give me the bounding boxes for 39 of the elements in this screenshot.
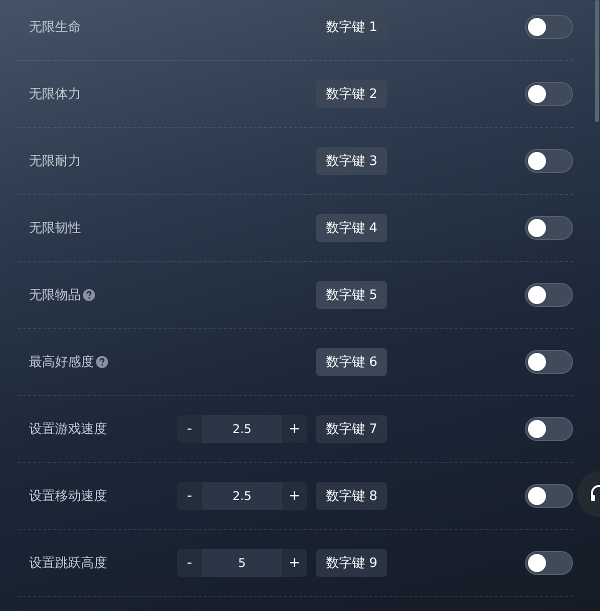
decrease-button[interactable]: - [177,549,202,577]
decrease-button[interactable]: - [177,482,202,510]
option-label: 无限耐力 [29,153,81,170]
increase-button[interactable]: + [282,549,307,577]
option-label: 最高好感度 [29,354,94,371]
option-label: 设置游戏速度 [29,421,107,438]
hotkey-badge[interactable]: 数字键 3 [316,147,388,175]
toggle-switch[interactable] [525,82,573,106]
increase-button[interactable]: + [282,415,307,443]
option-label: 无限物品 [29,287,81,304]
toggle-switch[interactable] [525,149,573,173]
toggle-switch[interactable] [525,484,573,508]
hotkey-badge[interactable]: 数字键 6 [316,348,388,376]
toggle-switch[interactable] [525,551,573,575]
help-icon[interactable] [96,356,108,368]
toggle-switch[interactable] [525,417,573,441]
hotkey-badge[interactable]: 数字键 7 [316,415,388,443]
scrollbar-thumb[interactable] [595,0,599,122]
toggle-switch[interactable] [525,283,573,307]
option-label: 设置跳跃高度 [29,555,107,572]
increase-button[interactable]: + [282,482,307,510]
option-label: 无限韧性 [29,220,81,237]
decrease-button[interactable]: - [177,415,202,443]
option-label: 设置移动速度 [29,488,107,505]
toggle-switch[interactable] [525,216,573,240]
value-field[interactable]: 2.5 [202,415,282,443]
hotkey-badge[interactable]: 数字键 5 [316,281,388,309]
help-icon[interactable] [83,289,95,301]
hotkey-badge[interactable]: 数字键 9 [316,549,388,577]
hotkey-badge[interactable]: 数字键 8 [316,482,388,510]
toggle-switch[interactable] [525,350,573,374]
option-label: 无限体力 [29,86,81,103]
hotkey-badge[interactable]: 数字键 1 [316,13,388,41]
hotkey-badge[interactable]: 数字键 4 [316,214,388,242]
value-field[interactable]: 2.5 [202,482,282,510]
value-field[interactable]: 5 [202,549,282,577]
toggle-switch[interactable] [525,15,573,39]
option-label: 无限生命 [29,19,81,36]
hotkey-badge[interactable]: 数字键 2 [316,80,388,108]
